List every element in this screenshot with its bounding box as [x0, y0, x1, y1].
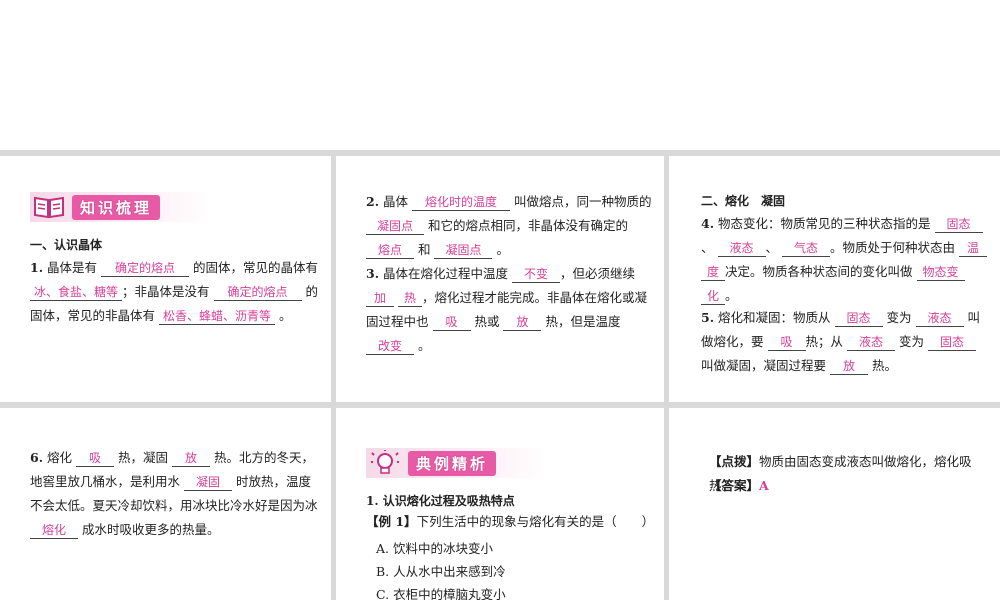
- answer-blank: 固态: [934, 216, 983, 233]
- text: 叫做熔点，同一种物质的: [514, 194, 652, 209]
- example-question: 【例 1】下列生活中的现象与熔化有关的是（ ）: [366, 510, 656, 534]
- answer-blank: 冰、食盐、糖等: [30, 284, 123, 301]
- text: 变为: [886, 310, 912, 325]
- text: 和: [417, 242, 431, 257]
- text: 热或: [474, 314, 500, 329]
- answer-blank: 凝固点: [366, 218, 424, 235]
- text: 的固体，常见的晶体有: [193, 260, 319, 275]
- panel-heat-exchange: 6. 熔化 吸 热，凝固 放 热。北方的冬天，地窖里放几桶水，是利用水 凝固 时…: [0, 408, 331, 600]
- text: 晶体: [383, 194, 409, 209]
- panel-melting-point: 2. 晶体 熔化时的温度 叫做熔点，同一种物质的 凝固点 和它的熔点相同，非晶体…: [336, 156, 664, 402]
- question-2: 2. 晶体 熔化时的温度 叫做熔点，同一种物质的 凝固点 和它的熔点相同，非晶体…: [366, 190, 656, 262]
- answer-blank: 确定的熔点: [101, 260, 190, 277]
- question-number: 2.: [366, 194, 380, 209]
- question-number: 6.: [30, 450, 44, 465]
- banner-title: 典例精析: [408, 450, 497, 476]
- text: 热，但是温度: [545, 314, 621, 329]
- panel-melting-solidification: 二、熔化 凝固 4. 物态变化：物质常见的三种状态指的是 固态、 液态、 气态。…: [669, 156, 1000, 402]
- text: 和它的熔点相同，非晶体没有确定的: [427, 218, 628, 233]
- answer-blank: 化: [701, 288, 725, 305]
- text: 。物质处于何种状态由: [830, 240, 956, 255]
- answer-blank: 改变: [366, 338, 414, 355]
- answer-blank: 吸: [76, 450, 115, 467]
- answer-blank: 熔化: [30, 522, 78, 539]
- question-6: 6. 熔化 吸 热，凝固 放 热。北方的冬天，地窖里放几桶水，是利用水 凝固 时…: [30, 446, 320, 542]
- text: ；非晶体是没有: [122, 284, 210, 299]
- text: 、: [765, 240, 779, 255]
- banner-example: 典例精析: [366, 448, 546, 478]
- question-number: 4.: [701, 216, 715, 231]
- question-number: 1.: [30, 260, 44, 275]
- question-1: 1. 晶体是有 确定的熔点 的固体，常见的晶体有 冰、食盐、糖等 ；非晶体是没有 …: [30, 256, 320, 328]
- answer-blank: 吸: [432, 314, 471, 331]
- hint-label: 【点拨】: [709, 454, 760, 469]
- answer-blank: 度: [701, 264, 725, 281]
- option-a: A. 饮料中的冰块变小: [376, 541, 493, 556]
- text: 。: [417, 338, 431, 353]
- answer-blank: 加: [366, 290, 394, 307]
- text: 热；从: [805, 334, 844, 349]
- question-3: 3. 晶体在熔化过程中温度 不变 ，但必须继续 加 热，熔化过程才能完成。非晶体在…: [366, 262, 656, 358]
- answer-blank: 放: [503, 314, 542, 331]
- text: 晶体在熔化过程中温度: [383, 266, 509, 281]
- answer-blank: 不变: [512, 266, 561, 283]
- answer-blank: 固态: [927, 334, 976, 351]
- section-heading: 一、认识晶体: [30, 238, 103, 252]
- answer-blank: 凝固: [184, 474, 232, 491]
- text: 叫做凝固，凝固过程要: [701, 358, 827, 373]
- text: 熔化: [47, 450, 73, 465]
- text: 热。: [871, 358, 897, 373]
- option-b: B. 人从水中出来感到冷: [376, 564, 506, 579]
- answer-blank: 液态: [847, 334, 895, 351]
- panel-answer: 【点拨】物质由固态变成液态叫做熔化，熔化吸热。 【答案】A: [669, 408, 1000, 600]
- answer-blank: 熔点: [366, 242, 414, 259]
- answer-blank: 热: [397, 290, 422, 307]
- panel-knowledge: 知识梳理 一、认识晶体 1. 晶体是有 确定的熔点 的固体，常见的晶体有 冰、食…: [0, 156, 331, 402]
- answer-blank: 确定的熔点: [213, 284, 302, 301]
- question-5: 5. 熔化和凝固：物质从 固态 变为 液态 叫做熔化，要 吸热；从 液态 变为 …: [701, 306, 989, 378]
- question-number: 5.: [701, 310, 715, 325]
- section-heading: 二、熔化 凝固: [701, 194, 786, 208]
- answer-value: A: [759, 478, 769, 493]
- text: 晶体是有: [47, 260, 98, 275]
- answer-blank: 放: [172, 450, 211, 467]
- answer: 【答案】A: [709, 474, 994, 498]
- banner-title: 知识梳理: [72, 194, 161, 220]
- answer-blank: 熔化时的温度: [412, 194, 511, 211]
- text: 变为: [898, 334, 924, 349]
- panel-example: 典例精析 1. 认识熔化过程及吸热特点 【例 1】下列生活中的现象与熔化有关的是…: [336, 408, 664, 600]
- example-label: 【例 1】: [366, 514, 417, 529]
- option-c: C. 衣柜中的樟脑丸变小: [376, 587, 506, 600]
- question-number: 3.: [366, 266, 380, 281]
- text: 熔化和凝固：物质从: [718, 310, 831, 325]
- banner-knowledge: 知识梳理: [30, 192, 210, 222]
- answer-blank: 液态: [915, 310, 964, 327]
- question-4: 4. 物态变化：物质常见的三种状态指的是 固态、 液态、 气态 。物质处于何种状态…: [701, 212, 989, 308]
- example-text: 下列生活中的现象与熔化有关的是（ ）: [416, 514, 655, 529]
- text: 。: [279, 308, 292, 323]
- answer-blank: 凝固点: [434, 242, 493, 259]
- answer-blank: 气态: [782, 240, 830, 257]
- answer-blank: 吸: [767, 334, 806, 351]
- answer-blank: 物态变: [916, 264, 965, 281]
- answer-blank: 松香、蜂蜡、沥青等: [159, 308, 276, 325]
- text: 决定。物质各种状态间的变化叫做: [725, 264, 913, 279]
- answer-blank: 液态: [717, 240, 766, 257]
- text: 。: [725, 288, 738, 303]
- answer-blank: 温: [959, 240, 987, 257]
- answer-label: 【答案】: [709, 478, 760, 493]
- section-heading: 1. 认识熔化过程及吸热特点: [366, 494, 515, 508]
- text: 物态变化：物质常见的三种状态指的是: [718, 216, 931, 231]
- book-icon: [32, 194, 66, 220]
- text: 成水时吸收更多的热量。: [81, 522, 220, 537]
- answer-blank: 固态: [834, 310, 883, 327]
- text: 、: [701, 240, 714, 255]
- answer-blank: 放: [830, 358, 868, 375]
- lightbulb-icon: [368, 450, 402, 476]
- text: 热，凝固: [118, 450, 169, 465]
- text: 。: [496, 242, 509, 257]
- text: ，但必须继续: [560, 266, 636, 281]
